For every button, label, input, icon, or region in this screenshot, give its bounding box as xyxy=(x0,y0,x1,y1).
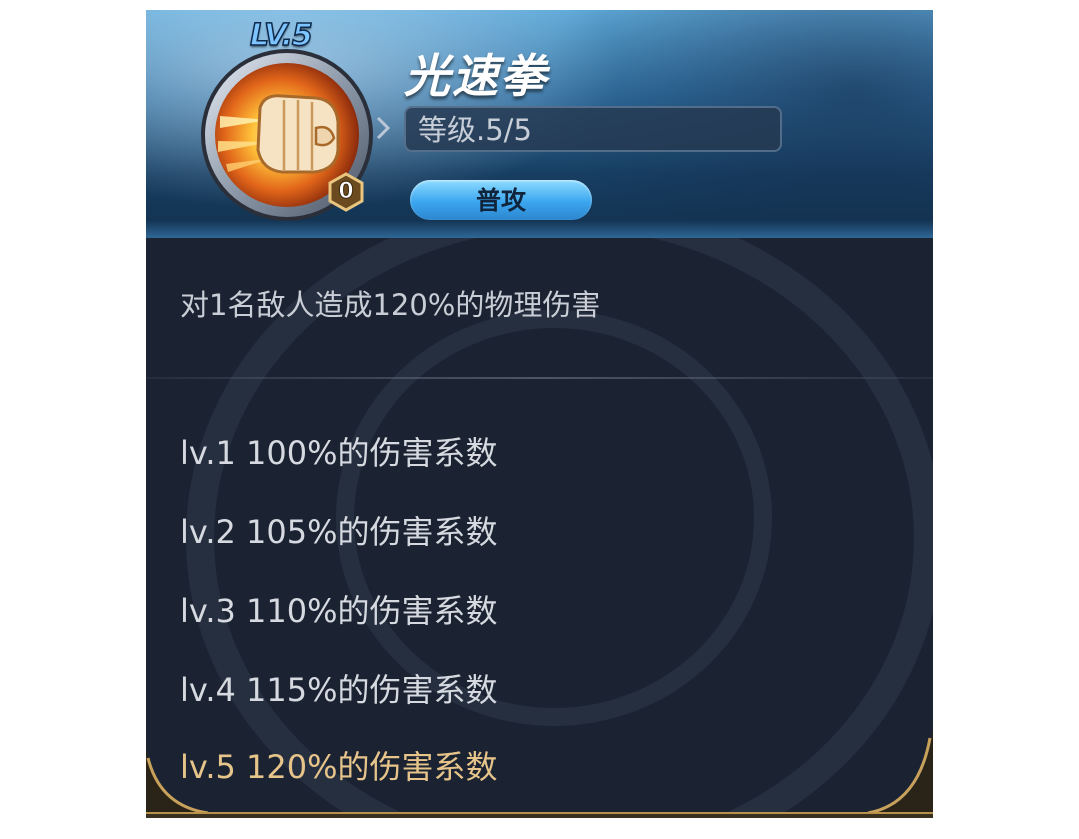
skill-level-tag: LV.5 xyxy=(249,17,313,54)
skill-type-label: 普攻 xyxy=(475,186,526,215)
level-row-2: lv.2 105%的伤害系数 xyxy=(180,513,498,551)
level-row-5-current: lv.5 120%的伤害系数 xyxy=(180,748,498,786)
skill-level-text: 等级.5/5 xyxy=(418,113,532,147)
section-divider xyxy=(146,377,933,379)
pointer-arrow-icon xyxy=(376,116,390,140)
level-row-3: lv.3 110%的伤害系数 xyxy=(180,592,498,630)
level-row-4: lv.4 115%的伤害系数 xyxy=(180,671,498,709)
skill-cost: 0 xyxy=(338,179,354,205)
skill-name: 光速拳 xyxy=(404,49,548,103)
level-row-1: lv.1 100%的伤害系数 xyxy=(180,434,498,472)
skill-description: 对1名敌人造成120%的物理伤害 xyxy=(180,288,601,322)
skill-detail-panel: LV.5 0 光速拳 等级.5/5 普攻 对1名敌人造成120%的物理伤害 lv… xyxy=(146,10,933,818)
